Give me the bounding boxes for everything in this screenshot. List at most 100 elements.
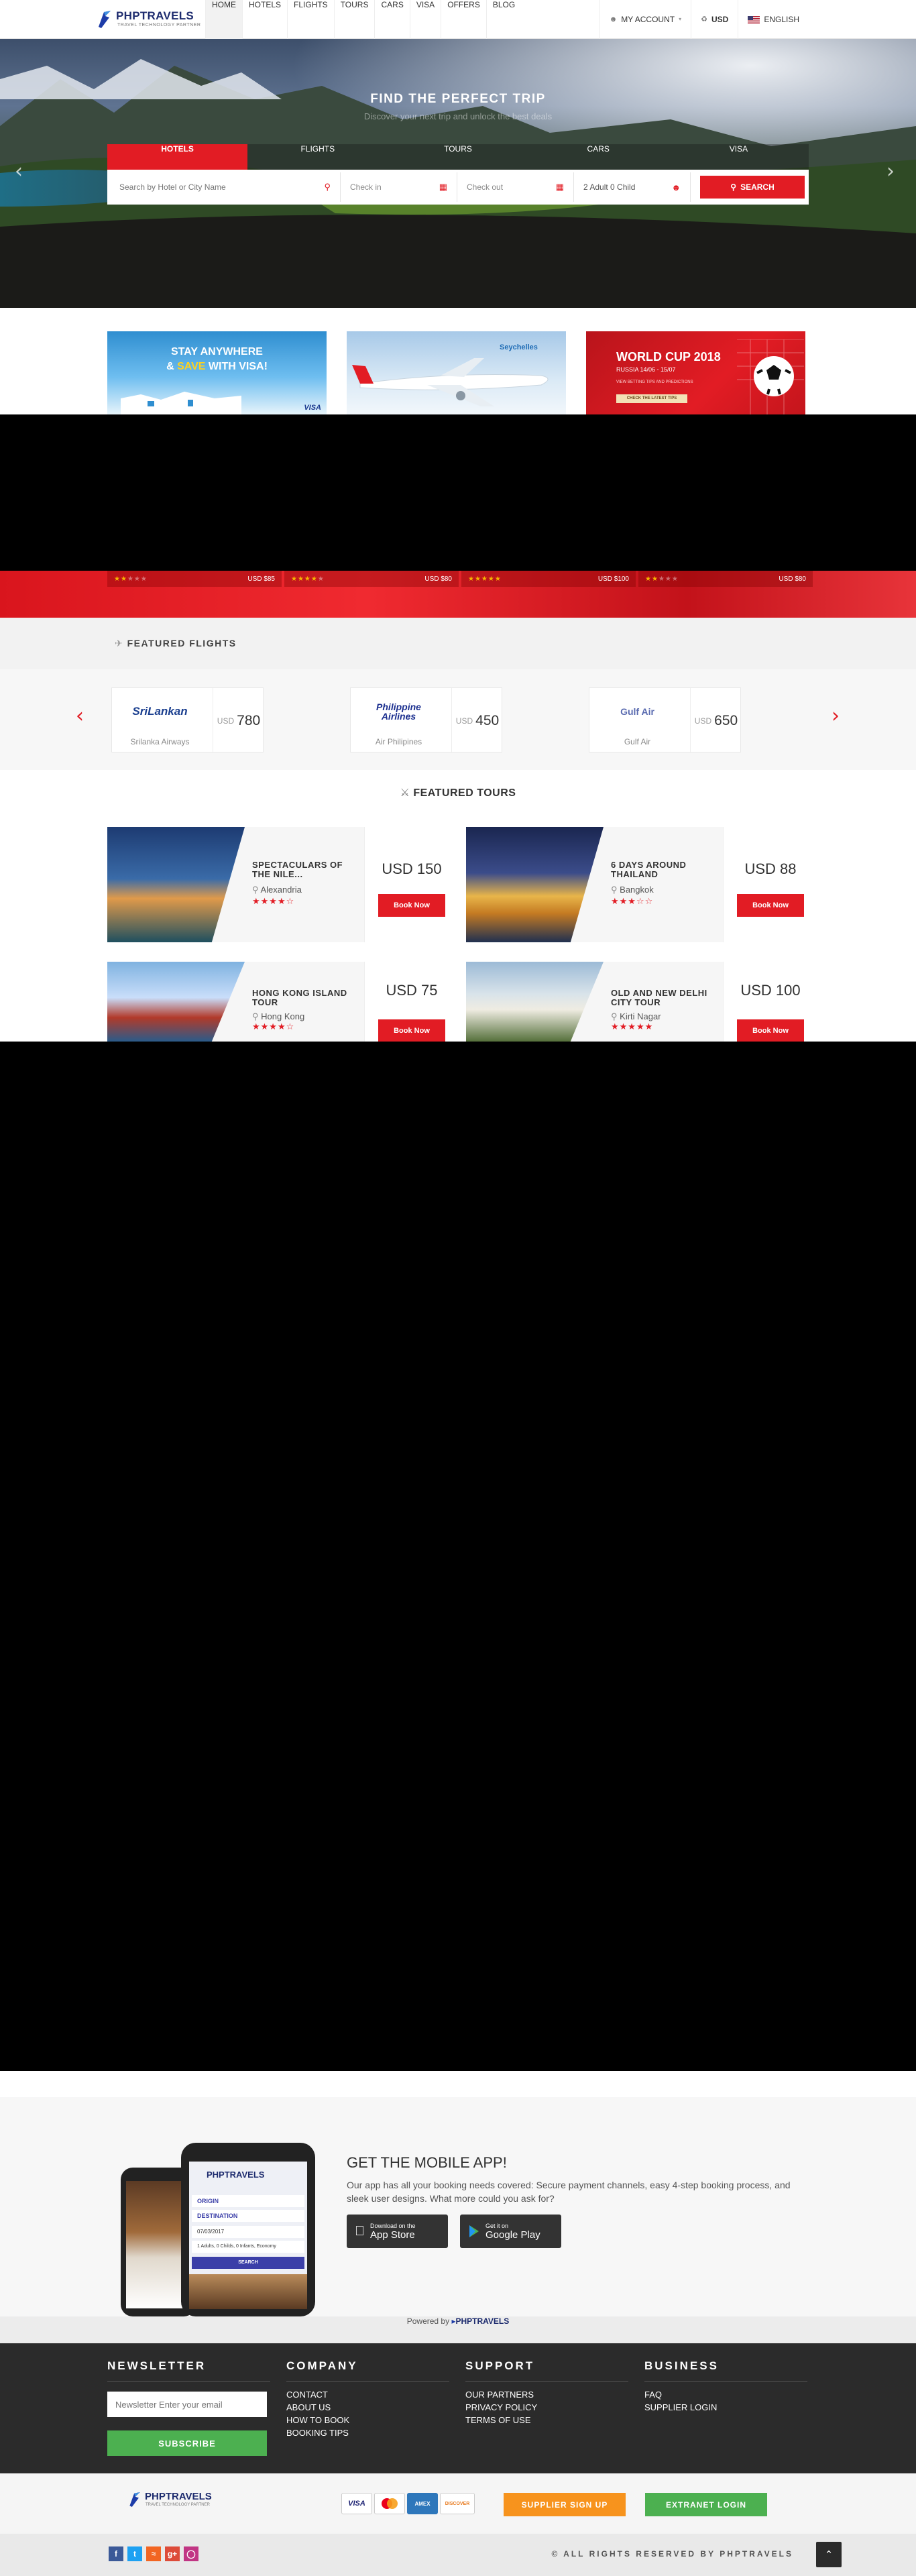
airline-promo-banner[interactable]: Seychelles xyxy=(347,331,566,414)
checkout-field[interactable]: Check out ▦ xyxy=(457,172,574,202)
destination-input[interactable] xyxy=(119,182,294,192)
visa-promo-banner[interactable]: STAY ANYWHERE & SAVE WITH VISA! VISA xyxy=(107,331,327,414)
airline-name: Gulf Air xyxy=(624,737,651,746)
tour-card[interactable]: OLD AND NEW DELHI CITY TOUR ⚲ Kirti Naga… xyxy=(466,962,817,1042)
apple-icon:  xyxy=(355,2224,365,2239)
header-right: ☻ MY ACCOUNT ▾ ♻ USD ENGLISH xyxy=(599,0,809,39)
footer-company: COMPANY CONTACT ABOUT US HOW TO BOOK BOO… xyxy=(286,2359,449,2438)
tour-name: OLD AND NEW DELHI CITY TOUR xyxy=(611,988,707,1007)
footer-link-our-partners[interactable]: OUR PARTNERS xyxy=(465,2390,628,2400)
nav-flights[interactable]: FLIGHTS xyxy=(287,0,334,39)
phone-search-button: SEARCH xyxy=(192,2257,304,2269)
footer-link-privacy-policy[interactable]: PRIVACY POLICY xyxy=(465,2402,628,2412)
featured-flights-carousel: ‹ › SriLankan Srilanka Airways USD 780 Ph… xyxy=(0,669,916,770)
tab-hotels[interactable]: HOTELS xyxy=(107,144,248,170)
nav-visa[interactable]: VISA xyxy=(409,0,441,39)
flights-next-arrow[interactable]: › xyxy=(832,704,840,728)
footer-link-booking-tips[interactable]: BOOKING TIPS xyxy=(286,2428,449,2438)
tour-rating: ★★★★☆ xyxy=(252,897,295,907)
deal-card[interactable]: ★★★★★ USD $100 xyxy=(461,571,636,587)
supplier-signup-button[interactable]: SUPPLIER SIGN UP xyxy=(504,2493,626,2516)
footer-link-terms-of-use[interactable]: TERMS OF USE xyxy=(465,2415,628,2425)
subscribe-button[interactable]: SUBSCRIBE xyxy=(107,2430,267,2456)
facebook-icon[interactable]: f xyxy=(109,2546,123,2561)
language-menu[interactable]: ENGLISH xyxy=(738,0,809,39)
flight-card[interactable]: Philippine Airlines Air Philipines USD 45… xyxy=(350,687,502,753)
brand-name: PHPTRAVELS xyxy=(116,9,194,22)
visa-card-icon: VISA xyxy=(341,2493,372,2514)
deal-card[interactable]: ★★★★★ USD $80 xyxy=(284,571,459,587)
newsletter-email-input[interactable] xyxy=(107,2392,267,2417)
footer-logo[interactable]: PHPTRAVELS TRAVEL TECHNOLOGY PARTNER xyxy=(127,2489,235,2514)
tab-tours[interactable]: TOURS xyxy=(388,144,528,170)
tour-card[interactable]: 6 DAYS AROUND THAILAND ⚲ Bangkok ★★★☆☆ U… xyxy=(466,827,817,942)
hero-title: FIND THE PERFECT TRIP xyxy=(370,92,546,106)
book-now-button[interactable]: Book Now xyxy=(378,1019,445,1042)
main-nav: HOME HOTELS FLIGHTS TOURS CARS VISA OFFE… xyxy=(205,0,521,39)
blank-region xyxy=(0,1042,916,2071)
flight-card[interactable]: SriLankan Srilanka Airways USD 780 xyxy=(111,687,264,753)
rating-stars: ★★★★★ xyxy=(645,575,679,583)
back-to-top-button[interactable]: ⌃ xyxy=(816,2542,842,2567)
nav-offers[interactable]: OFFERS xyxy=(441,0,486,39)
tour-price: USD 75 xyxy=(386,982,438,999)
phone-front-image: PHPTRAVELS ORIGIN DESTINATION 07/03/2017… xyxy=(181,2143,315,2316)
tour-card[interactable]: SPECTACULARS OF THE NILE... ⚲ Alexandria… xyxy=(107,827,458,942)
currency-menu[interactable]: ♻ USD xyxy=(691,0,738,39)
hero-prev-arrow[interactable]: ‹ xyxy=(15,160,23,183)
powered-by-label: Powered by xyxy=(406,2316,450,2326)
tab-cars[interactable]: CARS xyxy=(528,144,669,170)
guests-field[interactable]: 2 Adult 0 Child ☻ xyxy=(574,172,691,202)
search-button-label: SEARCH xyxy=(740,182,775,192)
instagram-icon[interactable]: ◯ xyxy=(184,2546,198,2561)
tab-visa[interactable]: VISA xyxy=(668,144,809,170)
my-account-menu[interactable]: ☻ MY ACCOUNT ▾ xyxy=(599,0,691,39)
nav-hotels[interactable]: HOTELS xyxy=(242,0,287,39)
tour-price: USD 88 xyxy=(744,860,797,877)
rss-icon[interactable]: ≈ xyxy=(146,2546,161,2561)
footer-link-how-to-book[interactable]: HOW TO BOOK xyxy=(286,2415,449,2425)
nav-home[interactable]: HOME xyxy=(205,0,242,39)
footer-business: BUSINESS FAQ SUPPLIER LOGIN xyxy=(644,2359,807,2412)
worldcup-cta[interactable]: CHECK THE LATEST TIPS xyxy=(616,394,687,403)
philippine-airlines-logo: Philippine Airlines xyxy=(376,702,421,722)
user-icon: ☻ xyxy=(671,182,681,192)
book-now-button[interactable]: Book Now xyxy=(378,894,445,917)
mobile-app-description: Our app has all your booking needs cover… xyxy=(347,2180,791,2204)
footer-link-contact[interactable]: CONTACT xyxy=(286,2390,449,2400)
deal-card[interactable]: ★★★★★ USD $85 xyxy=(107,571,282,587)
footer-link-faq[interactable]: FAQ xyxy=(644,2390,807,2400)
search-button[interactable]: ⚲ SEARCH xyxy=(700,176,805,199)
app-store-button[interactable]:  Download on theApp Store xyxy=(347,2215,448,2248)
powered-by-brand[interactable]: PHPTRAVELS xyxy=(455,2316,509,2326)
flight-card[interactable]: Gulf Air Gulf Air USD 650 xyxy=(589,687,741,753)
location-pin-icon: ⚲ xyxy=(611,885,618,895)
tour-price: USD 150 xyxy=(382,860,442,877)
book-now-button[interactable]: Book Now xyxy=(737,1019,804,1042)
calendar-icon: ▦ xyxy=(555,182,564,192)
checkout-label: Check out xyxy=(467,182,504,192)
footer-link-about-us[interactable]: ABOUT US xyxy=(286,2402,449,2412)
rating-stars: ★★★★★ xyxy=(114,575,148,583)
extranet-login-button[interactable]: EXTRANET LOGIN xyxy=(645,2493,767,2516)
tour-name: 6 DAYS AROUND THAILAND xyxy=(611,860,687,879)
nav-cars[interactable]: CARS xyxy=(374,0,409,39)
tab-flights[interactable]: FLIGHTS xyxy=(247,144,388,170)
destination-field[interactable]: ⚲ xyxy=(110,172,341,202)
phone-date: 07/03/2017 xyxy=(192,2226,304,2238)
footer-link-supplier-login[interactable]: SUPPLIER LOGIN xyxy=(644,2402,807,2412)
flights-prev-arrow[interactable]: ‹ xyxy=(76,704,84,728)
worldcup-promo-banner[interactable]: WORLD CUP 2018 RUSSIA 14/06 - 15/07 VIEW… xyxy=(586,331,805,414)
twitter-icon[interactable]: t xyxy=(127,2546,142,2561)
deal-card[interactable]: ★★★★★ USD $80 xyxy=(638,571,813,587)
nav-tours[interactable]: TOURS xyxy=(333,0,375,39)
nav-blog[interactable]: BLOG xyxy=(485,0,521,39)
google-plus-icon[interactable]: g+ xyxy=(165,2546,180,2561)
checkin-field[interactable]: Check in ▦ xyxy=(341,172,457,202)
site-logo[interactable]: PHPTRAVELS TRAVEL TECHNOLOGY PARTNER xyxy=(96,8,203,32)
tour-card[interactable]: HONG KONG ISLAND TOUR ⚲ Hong Kong ★★★★☆ … xyxy=(107,962,458,1042)
google-play-button[interactable]: Get it on Google Play xyxy=(460,2215,561,2248)
location-pin-icon: ⚲ xyxy=(324,182,331,192)
hero-next-arrow[interactable]: › xyxy=(886,160,895,183)
book-now-button[interactable]: Book Now xyxy=(737,894,804,917)
